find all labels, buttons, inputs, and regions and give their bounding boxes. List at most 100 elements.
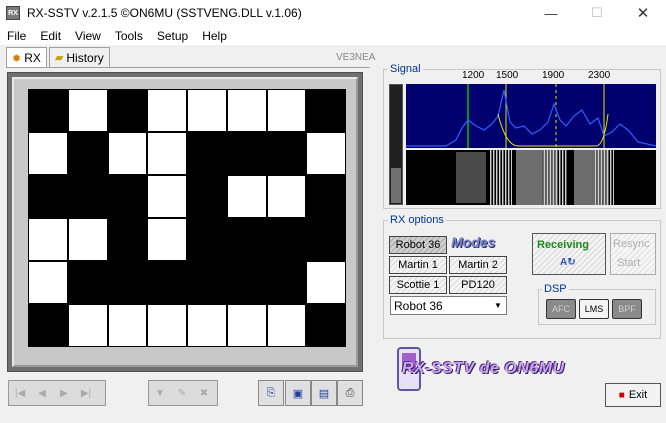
lms-button[interactable]: LMS	[579, 299, 609, 319]
image-cell	[108, 133, 147, 174]
menu-help[interactable]: Help	[195, 29, 234, 43]
image-cell	[188, 90, 226, 131]
menu-file[interactable]: File	[0, 29, 33, 43]
first-icon[interactable]: |◀	[9, 388, 31, 399]
spectrum-graph	[406, 84, 657, 148]
freq-label-2300: 2300	[588, 70, 611, 81]
disk-icon: ▤	[318, 387, 330, 400]
navigation-group: |◀ ◀ ▶ ▶|	[8, 380, 106, 406]
waterfall-band-1	[456, 152, 486, 203]
auto-icon: A↻	[560, 257, 576, 268]
freq-label-1200: 1200	[462, 70, 485, 81]
waterfall-band-2	[490, 150, 512, 205]
receiving-label: Receiving	[537, 239, 589, 251]
image-cell	[227, 90, 266, 131]
received-image	[28, 89, 346, 347]
prev-icon[interactable]: ◀	[31, 388, 53, 399]
save-as-button[interactable]: ▤	[311, 380, 337, 406]
folder-icon: ▰	[54, 52, 64, 64]
image-cell	[307, 262, 345, 303]
exit-label: Exit	[628, 389, 648, 401]
image-cell	[267, 176, 306, 217]
mode-martin1-button[interactable]: Martin 1	[389, 256, 447, 274]
spectrum-trace	[406, 89, 657, 147]
image-toolbar: |◀ ◀ ▶ ▶| ▼ ✎ ✖ ⎘ ▣ ▤ ⎙	[6, 380, 364, 408]
image-cell	[68, 90, 107, 131]
pin-icon[interactable]: ▼	[149, 388, 171, 399]
signal-level-meter	[389, 84, 403, 205]
next-icon[interactable]: ▶	[53, 388, 75, 399]
waterfall-band-4	[542, 150, 568, 205]
app-banner: RX-SSTV de ON6MU	[402, 360, 565, 377]
maximize-button[interactable]: ☐	[574, 0, 620, 26]
image-cell	[108, 305, 147, 346]
trash-icon[interactable]: ✖	[193, 388, 215, 399]
last-icon[interactable]: ▶|	[75, 388, 97, 399]
mode-martin2-button[interactable]: Martin 2	[449, 256, 507, 274]
picture-bezel	[12, 77, 358, 367]
menu-edit[interactable]: Edit	[33, 29, 68, 43]
modes-logo: Modes	[451, 234, 496, 250]
image-cell	[68, 305, 107, 346]
signal-label: Signal	[388, 63, 423, 75]
image-cell	[148, 90, 186, 131]
receiving-indicator[interactable]: Receiving A↻	[532, 233, 606, 275]
mode-select-value: Robot 36	[394, 298, 443, 313]
exit-icon: ■	[618, 389, 625, 401]
menu-bar: File Edit View Tools Setup Help	[0, 26, 666, 45]
tab-history-label: History	[66, 50, 104, 65]
menu-view[interactable]: View	[68, 29, 108, 43]
picture-frame	[7, 72, 363, 372]
close-button[interactable]: ✕	[620, 0, 666, 26]
spectrum-display[interactable]	[406, 84, 657, 148]
mode-select[interactable]: Robot 36 ▼	[390, 296, 507, 315]
callsign-label: VE3NEA	[336, 52, 376, 63]
tab-rx-label: RX	[24, 51, 41, 65]
minimize-button[interactable]: —	[528, 0, 574, 26]
app-icon: RX	[6, 6, 20, 20]
bpf-button[interactable]: BPF	[612, 299, 642, 319]
menu-setup[interactable]: Setup	[150, 29, 195, 43]
image-cell	[148, 176, 186, 217]
tab-history[interactable]: ▰ History	[48, 47, 110, 67]
menu-tools[interactable]: Tools	[108, 29, 150, 43]
dsp-label: DSP	[542, 283, 569, 295]
window-title: RX-SSTV v.2.1.5 ©ON6MU (SSTVENG.DLL v.1.…	[27, 6, 302, 20]
edit-group: ▼ ✎ ✖	[148, 380, 218, 406]
image-cell	[148, 305, 186, 346]
afc-button[interactable]: AFC	[546, 299, 576, 319]
waterfall-band-6	[594, 150, 614, 205]
tab-rx[interactable]: ✹ RX	[6, 47, 47, 68]
chevron-down-icon[interactable]: ▼	[490, 297, 506, 314]
image-cell	[227, 305, 266, 346]
image-cell	[68, 219, 107, 260]
print-button[interactable]: ⎙	[337, 380, 363, 406]
image-cell	[267, 90, 306, 131]
mode-scottie1-button[interactable]: Scottie 1	[389, 276, 447, 294]
gear-icon: ✹	[12, 52, 22, 65]
freq-label-1500: 1500	[496, 70, 519, 81]
waterfall-graph	[456, 150, 614, 205]
exit-button[interactable]: ■ Exit	[605, 383, 661, 407]
image-cell	[307, 133, 345, 174]
rx-options-label: RX options	[388, 214, 446, 226]
signal-level-fill	[391, 168, 401, 203]
note-icon[interactable]: ✎	[171, 388, 193, 399]
image-cell	[227, 176, 266, 217]
copy-button[interactable]: ⎘	[258, 380, 284, 406]
tab-divider	[6, 67, 370, 68]
tab-strip: ✹ RX ▰ History	[6, 47, 112, 68]
resync-label: Resync	[613, 238, 650, 250]
image-cell	[29, 262, 67, 303]
mode-pd120-button[interactable]: PD120	[449, 276, 507, 294]
filter-curve	[497, 113, 609, 147]
printer-icon: ⎙	[345, 386, 355, 399]
image-cell	[267, 305, 306, 346]
waterfall-display[interactable]	[406, 150, 656, 205]
title-bar: RX RX-SSTV v.2.1.5 ©ON6MU (SSTVENG.DLL v…	[0, 0, 666, 26]
image-cell	[29, 219, 67, 260]
mode-robot36-button[interactable]: Robot 36	[389, 236, 447, 254]
image-cell	[148, 219, 186, 260]
resync-button[interactable]: Resync Start	[610, 233, 656, 275]
save-button[interactable]: ▣	[285, 380, 311, 406]
